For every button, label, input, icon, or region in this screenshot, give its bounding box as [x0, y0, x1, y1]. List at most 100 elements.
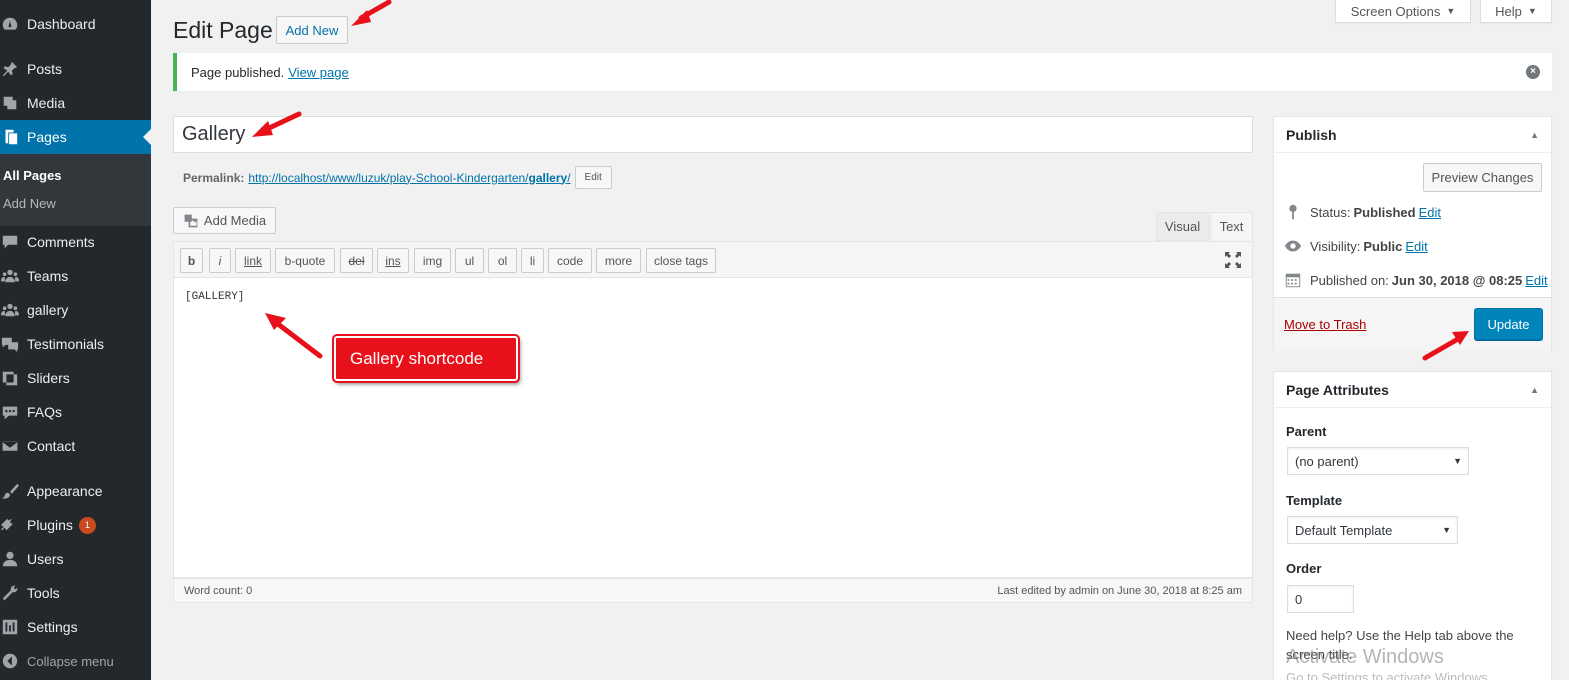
sidebar-item-faqs[interactable]: FAQs — [0, 395, 151, 429]
qt-del-button[interactable]: del — [340, 248, 373, 273]
pin-icon — [1289, 204, 1297, 220]
publish-box-header[interactable]: Publish ▲ — [1274, 117, 1551, 153]
pages-submenu: All Pages Add New — [0, 154, 151, 226]
sidebar-item-label: Testimonials — [27, 336, 105, 352]
sidebar-item-label: Tools — [27, 585, 60, 601]
sidebar-item-posts[interactable]: Posts — [0, 52, 151, 86]
sidebar-item-label: Contact — [27, 438, 76, 454]
template-select-value: Default Template — [1295, 522, 1393, 538]
qt-close-tags-button[interactable]: close tags — [646, 248, 716, 273]
collapse-caret-icon[interactable]: ▲ — [1530, 385, 1539, 395]
sidebar-item-testimonials[interactable]: Testimonials — [0, 327, 151, 361]
status-label: Status: — [1310, 204, 1351, 220]
page-attributes-title: Page Attributes — [1286, 381, 1389, 398]
screen-options-button[interactable]: Screen Options ▼ — [1335, 0, 1471, 23]
dismiss-icon[interactable]: × — [1526, 65, 1540, 79]
preview-changes-button[interactable]: Preview Changes — [1423, 163, 1542, 192]
sidebar-item-label: Plugins — [27, 517, 73, 533]
sidebar-item-comments[interactable]: Comments — [0, 225, 151, 259]
sidebar-item-label: FAQs — [27, 404, 63, 420]
annotation-arrow-icon — [351, 0, 392, 26]
caret-down-icon: ▼ — [1446, 6, 1456, 16]
edit-status-link[interactable]: Edit — [1419, 205, 1441, 220]
qt-code-button[interactable]: code — [548, 248, 592, 273]
edit-visibility-link[interactable]: Edit — [1405, 239, 1427, 254]
caret-down-icon: ▼ — [1527, 6, 1537, 16]
submenu-add-new[interactable]: Add New — [3, 196, 56, 211]
fullscreen-icon[interactable] — [1224, 251, 1242, 269]
help-button[interactable]: Help ▼ — [1480, 0, 1552, 23]
page-attributes-header[interactable]: Page Attributes ▲ — [1274, 372, 1551, 408]
activate-windows-subtitle: Go to Settings to activate Windows. — [1286, 670, 1492, 680]
sidebar-item-label: Appearance — [27, 483, 103, 499]
qt-bold-button[interactable]: b — [180, 248, 203, 273]
qt-img-button[interactable]: img — [414, 248, 451, 273]
qt-link-button[interactable]: link — [235, 248, 271, 273]
slides-icon — [0, 368, 20, 388]
groups-icon — [0, 300, 20, 320]
order-input[interactable]: 0 — [1287, 585, 1354, 613]
qt-blockquote-button[interactable]: b-quote — [275, 248, 335, 273]
collapse-caret-icon[interactable]: ▲ — [1530, 130, 1539, 140]
sidebar-item-gallery[interactable]: gallery — [0, 293, 151, 327]
sidebar-item-label: Teams — [27, 268, 69, 284]
tab-visual[interactable]: Visual — [1156, 212, 1209, 241]
sidebar-item-pages[interactable]: Pages — [0, 120, 151, 154]
notice-text: Page published. — [191, 64, 285, 80]
faq-icon — [0, 402, 20, 422]
sidebar-item-tools[interactable]: Tools — [0, 576, 151, 610]
template-select[interactable]: Default Template ▼ — [1287, 516, 1458, 544]
plugin-update-badge: 1 — [78, 516, 96, 534]
add-new-button[interactable]: Add New — [276, 16, 348, 44]
wrench-icon — [0, 583, 20, 603]
page-attributes-box: Page Attributes ▲ Parent (no parent) ▼ T… — [1273, 371, 1552, 680]
content-text: [GALLERY] — [185, 291, 245, 303]
sidebar-item-sliders[interactable]: Sliders — [0, 361, 151, 395]
qt-ol-button[interactable]: ol — [488, 248, 517, 273]
sidebar-item-plugins[interactable]: Plugins 1 — [0, 508, 151, 542]
page-title: Edit Page — [173, 17, 273, 43]
qt-ins-button[interactable]: ins — [377, 248, 409, 273]
publish-box: Publish ▲ Preview Changes Status: Publis… — [1273, 116, 1552, 351]
activate-windows-watermark: Activate Windows — [1286, 646, 1444, 668]
pages-icon — [0, 127, 20, 147]
move-to-trash-link[interactable]: Move to Trash — [1284, 317, 1366, 332]
sidebar-item-settings[interactable]: Settings — [0, 610, 151, 644]
edit-permalink-button[interactable]: Edit — [574, 166, 612, 189]
sidebar-item-appearance[interactable]: Appearance — [0, 474, 151, 508]
annotation-arrow-icon — [265, 313, 323, 359]
email-icon — [0, 436, 20, 456]
visibility-row: Visibility: Public Edit — [1284, 237, 1428, 255]
sidebar-item-label: Pages — [27, 129, 67, 145]
parent-select[interactable]: (no parent) ▼ — [1287, 447, 1469, 475]
qt-ul-button[interactable]: ul — [455, 248, 484, 273]
add-media-button[interactable]: Add Media — [173, 207, 276, 234]
tab-text[interactable]: Text — [1210, 212, 1253, 241]
sidebar-item-label: Posts — [27, 61, 63, 77]
qt-li-button[interactable]: li — [521, 248, 544, 273]
sidebar-item-contact[interactable]: Contact — [0, 429, 151, 463]
pin-icon — [0, 59, 20, 79]
visibility-value: Public — [1363, 238, 1403, 254]
users-icon — [0, 549, 20, 569]
sidebar-item-users[interactable]: Users — [0, 542, 151, 576]
sidebar-item-media[interactable]: Media — [0, 86, 151, 120]
edit-date-link[interactable]: Edit — [1525, 273, 1547, 288]
submenu-all-pages[interactable]: All Pages — [3, 168, 62, 183]
qt-italic-button[interactable]: i — [209, 248, 231, 273]
collapse-icon — [0, 651, 20, 671]
quicktags-toolbar: b i link b-quote del ins img ul ol li co… — [173, 241, 1253, 278]
post-title-input[interactable]: Gallery — [173, 116, 1253, 153]
sidebar-item-label: Settings — [27, 619, 78, 635]
published-value: Jun 30, 2018 @ 08:25 — [1391, 272, 1523, 288]
view-page-link[interactable]: View page — [288, 65, 348, 80]
sidebar-item-label: Dashboard — [27, 16, 96, 32]
sidebar-item-dashboard[interactable]: Dashboard — [0, 7, 151, 41]
update-button[interactable]: Update — [1474, 308, 1543, 340]
visibility-label: Visibility: — [1310, 238, 1361, 254]
qt-more-button[interactable]: more — [596, 248, 641, 273]
permalink-link[interactable]: http://localhost/www/luzuk/play-School-K… — [248, 171, 570, 185]
collapse-menu-button[interactable]: Collapse menu — [0, 644, 151, 678]
content-textarea[interactable]: [GALLERY] — [173, 278, 1253, 578]
sidebar-item-teams[interactable]: Teams — [0, 259, 151, 293]
